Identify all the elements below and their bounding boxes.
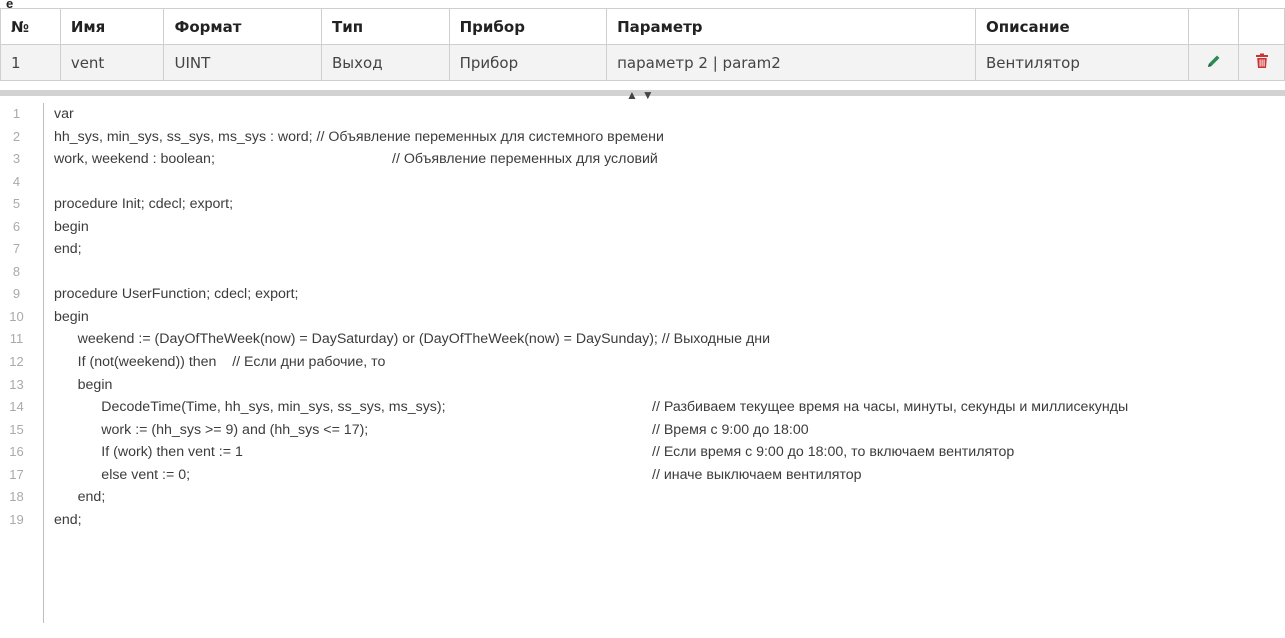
splitter-arrows[interactable]: ▲▼ (626, 88, 658, 102)
code-text: weekend := (DayOfTheWeek(now) = DaySatur… (54, 331, 770, 348)
header-description: Описание (974, 8, 1190, 45)
line-number: 2 (12, 128, 21, 144)
header-number: № (0, 8, 61, 45)
line-number-gutter: 1 2 3 4 5 6 7 8 9 10 11 12 13 14 15 16 17 18 19 (0, 103, 44, 623)
code-text: If (work) then vent := 1 (54, 444, 243, 461)
line-number: 10 (9, 308, 24, 324)
line-number: 8 (12, 263, 21, 279)
edit-button[interactable] (1188, 44, 1240, 81)
code-comment: // Время с 9:00 до 18:00 (652, 421, 809, 438)
table-row[interactable]: 1 vent UINT Выход Прибор параметр 2 | pa… (0, 44, 1285, 81)
code-comment: // Объявление переменных для условий (392, 151, 658, 168)
line-number: 3 (12, 151, 21, 167)
header-parameter: Параметр (606, 8, 976, 45)
header-device: Прибор (448, 8, 608, 45)
line-number: 12 (9, 354, 24, 370)
code-text: begin (54, 218, 89, 235)
line-number: 7 (12, 241, 21, 257)
line-number: 1 (12, 106, 21, 121)
cell-number: 1 (0, 44, 61, 81)
cell-format: UINT (163, 44, 322, 81)
line-number: 13 (9, 376, 24, 392)
variables-table: № Имя Формат Тип Прибор Параметр Описани… (0, 8, 1285, 81)
code-text: else vent := 0; (54, 466, 191, 483)
code-text: hh_sys, min_sys, ss_sys, ms_sys : word; … (54, 128, 664, 145)
line-number: 17 (9, 466, 24, 482)
code-text: begin (54, 376, 113, 393)
code-text: work, weekend : boolean; (54, 151, 215, 168)
code-comment: // Если время с 9:00 до 18:00, то включа… (652, 444, 1015, 461)
line-number: 14 (9, 399, 24, 415)
code-text: var (54, 106, 74, 122)
cell-name: vent (59, 44, 165, 81)
code-text: begin (54, 308, 89, 325)
header-type: Тип (321, 8, 450, 45)
header-fragment: е (6, 0, 14, 8)
header-name: Имя (59, 8, 165, 45)
line-number: 5 (12, 196, 21, 212)
line-number: 15 (9, 421, 24, 437)
code-text: DecodeTime(Time, hh_sys, min_sys, ss_sys… (54, 399, 446, 416)
table-header-row: № Имя Формат Тип Прибор Параметр Описани… (0, 8, 1285, 45)
line-number: 9 (12, 286, 21, 302)
header-format: Формат (163, 8, 322, 45)
pencil-icon (1207, 55, 1220, 67)
code-text: procedure Init; cdecl; export; (54, 196, 234, 213)
cell-parameter: параметр 2 | param2 (606, 44, 976, 81)
code-comment: // иначе выключаем вентилятор (652, 466, 862, 483)
collapse-up-icon[interactable]: ▲ (626, 88, 642, 102)
line-number: 4 (12, 173, 21, 189)
code-comment: // Разбиваем текущее время на часы, мину… (652, 399, 1129, 416)
code-text: If (not(weekend)) then // Если дни рабоч… (54, 354, 386, 371)
header-delete-column (1238, 8, 1285, 45)
line-number: 6 (12, 218, 21, 234)
expand-down-icon[interactable]: ▼ (642, 88, 658, 102)
cell-description: Вентилятор (974, 44, 1190, 81)
trash-icon (1255, 53, 1268, 68)
header-edit-column (1188, 8, 1240, 45)
delete-button[interactable] (1238, 44, 1285, 81)
line-number: 19 (9, 511, 24, 527)
line-number: 18 (9, 489, 24, 505)
code-text: end; (54, 489, 106, 506)
line-number: 16 (9, 444, 24, 460)
code-text: procedure UserFunction; cdecl; export; (54, 286, 299, 303)
code-text: work := (hh_sys >= 9) and (hh_sys <= 17)… (54, 421, 369, 438)
line-number: 11 (9, 331, 24, 347)
code-text: end; (54, 241, 82, 258)
code-text: end; (54, 511, 82, 528)
cell-type: Выход (321, 44, 450, 81)
code-editor[interactable]: 1 2 3 4 5 6 7 8 9 10 11 12 13 14 15 16 17 18 19 var hh_sys,… (0, 103, 1285, 623)
cell-device: Прибор (448, 44, 608, 81)
